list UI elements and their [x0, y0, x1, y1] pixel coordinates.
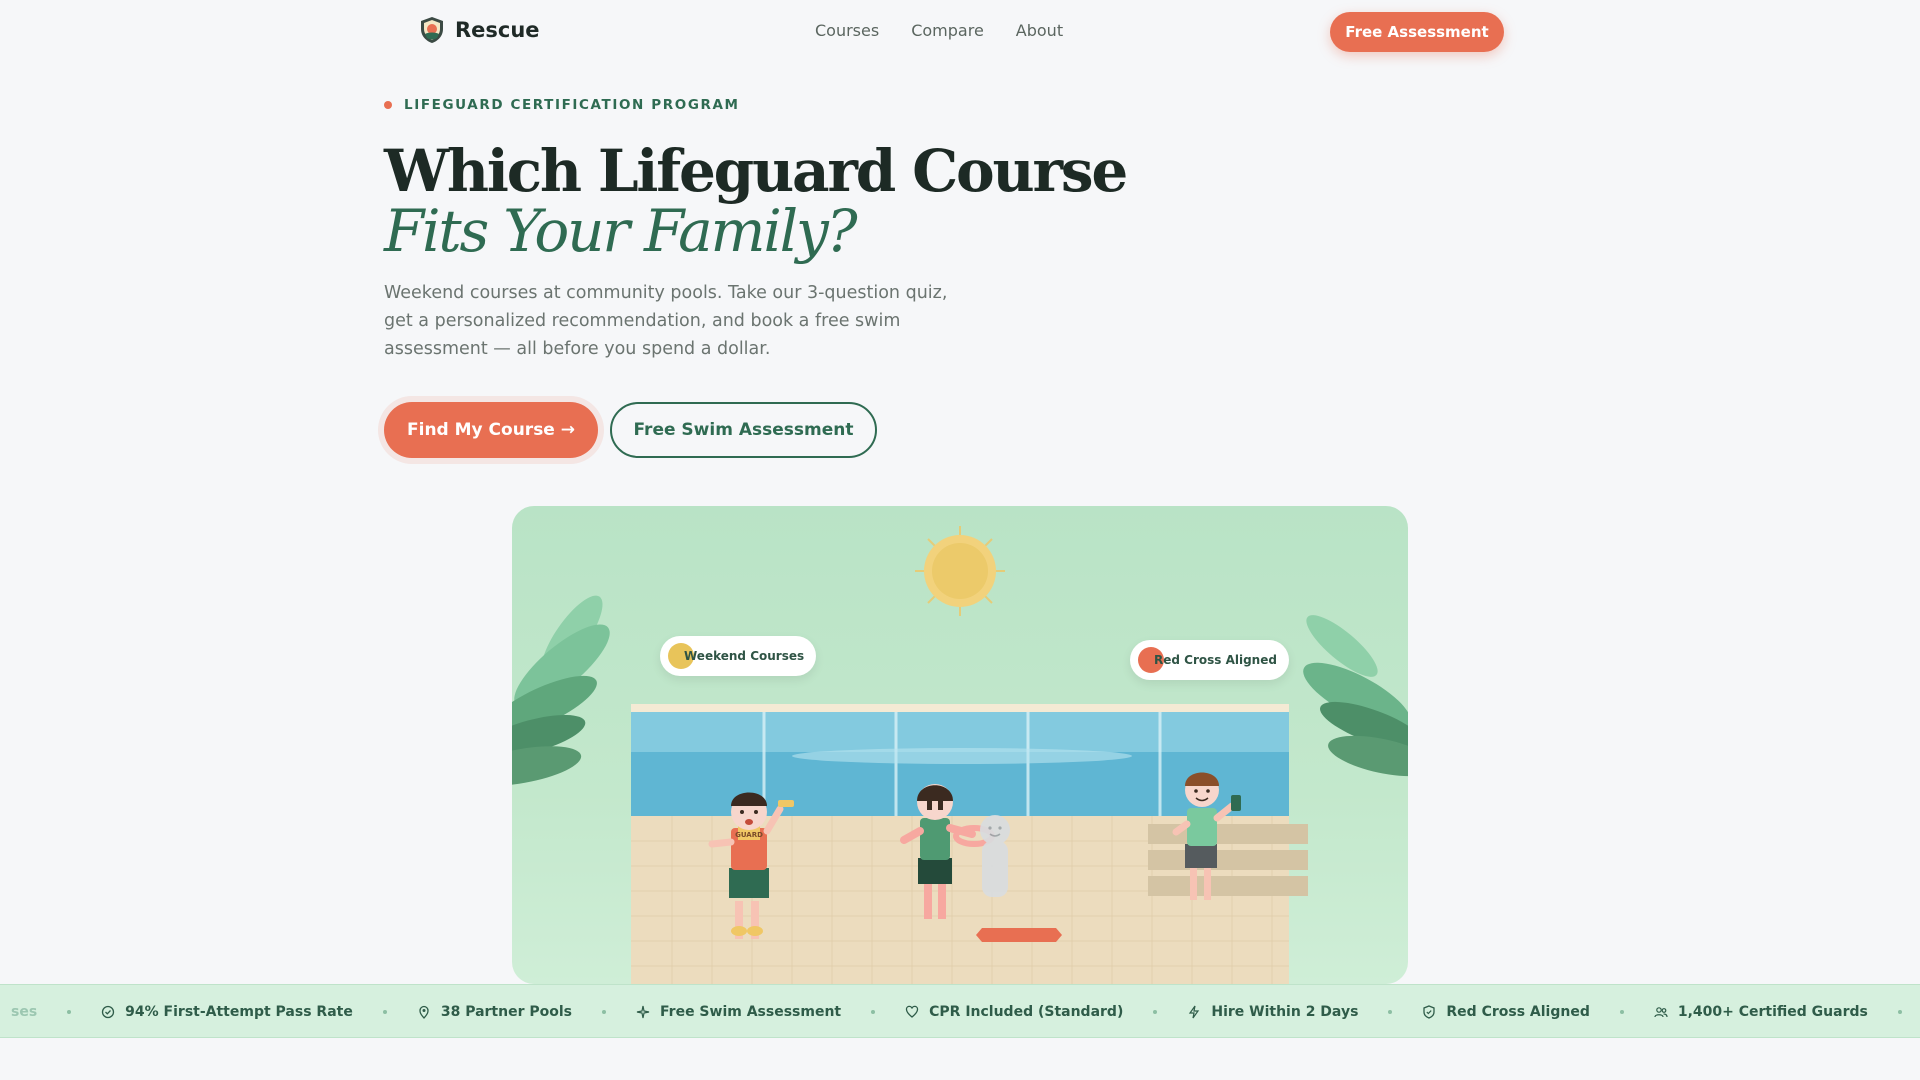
check-circle-icon: [102, 1005, 115, 1019]
stats-ticker: ses 94% First-Attempt Pass Rate 38 Partn…: [0, 984, 1920, 1038]
weekend-courses-badge: Weekend Courses: [660, 636, 817, 676]
users-icon: [1654, 1007, 1668, 1018]
hero-title-line2: Fits Your Family?: [384, 197, 858, 265]
free-assessment-button[interactable]: Free Assessment: [1330, 12, 1504, 52]
ticker-item-partner-pools: 38 Partner Pools: [417, 1004, 572, 1020]
heart-icon: [905, 1005, 919, 1018]
eyebrow-dot: [384, 101, 392, 109]
ticker-label: 94% First-Attempt Pass Rate: [125, 1004, 353, 1020]
ticker-label: 1,400+ Certified Guards: [1677, 1004, 1868, 1020]
pool-illustration: GUARD Weekend Courses Red Cross Aligned: [512, 506, 1408, 984]
water-ripple: [792, 748, 1132, 764]
ticker-separator: [1897, 1010, 1902, 1014]
eyebrow: LIFEGUARD CERTIFICATION PROGRAM: [384, 97, 740, 113]
bleachers: [1148, 824, 1308, 896]
ticker-item-certified-guards: 1,400+ Certified Guards: [1654, 1004, 1868, 1020]
ticker-separator: [602, 1010, 606, 1014]
hero-subtitle: Weekend courses at community pools. Take…: [384, 283, 948, 359]
free-swim-assessment-button[interactable]: Free Swim Assessment: [610, 402, 877, 458]
ticker-item-pass-rate: 94% First-Attempt Pass Rate: [101, 1004, 353, 1020]
ticker-separator: [382, 1010, 387, 1014]
ticker-label: CPR Included (Standard): [929, 1004, 1124, 1020]
brand-name: Rescue: [455, 18, 540, 42]
right-plant-icon: [1303, 615, 1408, 777]
sparkle-icon: [636, 1005, 650, 1019]
pool-scene-svg: GUARD: [512, 526, 1408, 984]
ticker-separator: [67, 1010, 72, 1014]
shield-icon: [1423, 1005, 1436, 1019]
ticker-row: ses 94% First-Attempt Pass Rate 38 Partn…: [11, 985, 1920, 1037]
ticker-item-hire: Hire Within 2 Days: [1187, 1004, 1358, 1020]
brand[interactable]: Rescue: [419, 16, 540, 44]
nav-links: Courses Compare About: [815, 21, 1063, 40]
eyebrow-text: LIFEGUARD CERTIFICATION PROGRAM: [404, 97, 740, 113]
ticker-separator: [1388, 1010, 1393, 1014]
ticker-item-free-assessment: Free Swim Assessment: [636, 1004, 841, 1020]
ticker-label: Hire Within 2 Days: [1211, 1004, 1359, 1020]
left-plant-icon: [512, 595, 610, 786]
ticker-label: Red Cross Aligned: [1446, 1004, 1590, 1020]
nav-link-compare[interactable]: Compare: [911, 21, 984, 40]
sun-icon: [915, 526, 1005, 616]
ticker-separator: [1153, 1010, 1158, 1014]
ticker-item-cpr: CPR Included (Standard): [905, 1004, 1123, 1020]
ticker-item-red-cross: Red Cross Aligned: [1422, 1004, 1590, 1020]
top-nav: Rescue Courses Compare About Free Assess…: [0, 0, 1920, 64]
ticker-label: 38 Partner Pools: [440, 1004, 572, 1020]
ticker-label: Free Swim Assessment: [660, 1004, 842, 1020]
lightning-icon: [1189, 1005, 1200, 1019]
red-cross-badge: Red Cross Aligned: [1130, 640, 1289, 680]
red-cross-label: Red Cross Aligned: [1154, 653, 1277, 667]
guard-shirt-text: GUARD: [735, 831, 763, 839]
hero-title-line1: Which Lifeguard Course: [384, 137, 1128, 205]
nav-link-courses[interactable]: Courses: [815, 21, 879, 40]
shield-logo-icon: [421, 17, 443, 43]
ticker-item-partial: ses: [11, 1004, 38, 1020]
pool-water-highlight: [631, 712, 1289, 752]
pool-edge: [631, 704, 1289, 712]
ticker-separator: [871, 1010, 876, 1014]
rescue-tube: [976, 928, 1062, 942]
training-dummy: [980, 815, 1010, 897]
ticker-separator: [1619, 1010, 1624, 1014]
map-pin-icon: [419, 1005, 429, 1019]
weekend-courses-label: Weekend Courses: [684, 649, 805, 663]
nav-link-about[interactable]: About: [1016, 21, 1063, 40]
find-my-course-button[interactable]: Find My Course →: [384, 402, 598, 458]
